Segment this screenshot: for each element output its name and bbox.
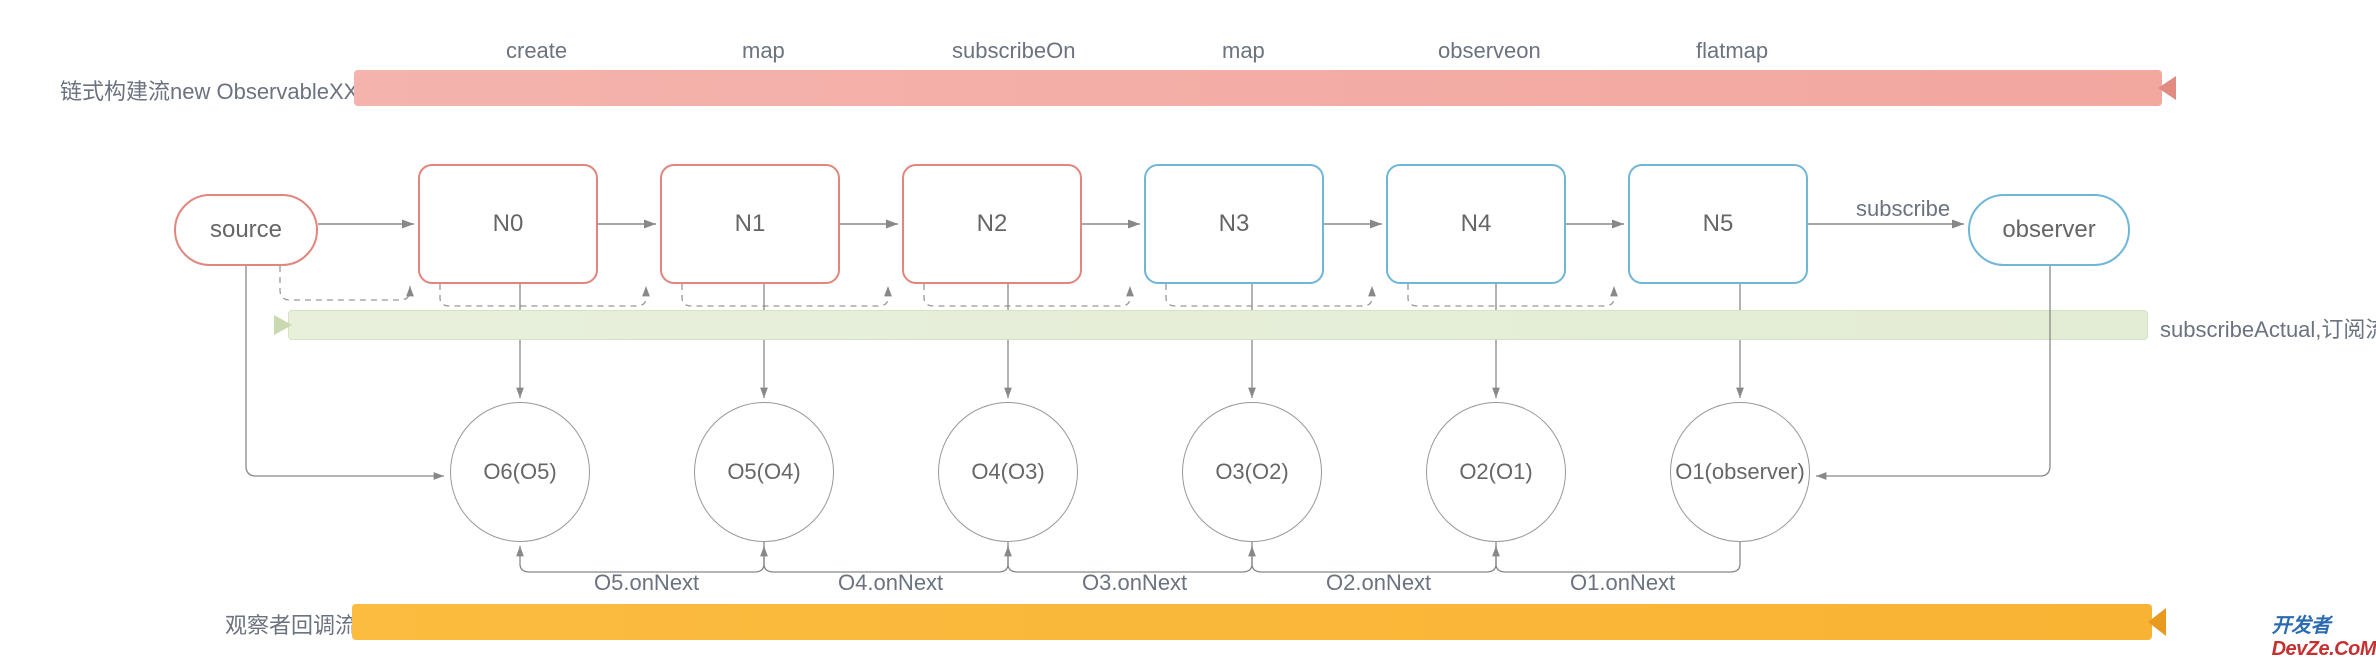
node-source: source — [174, 194, 318, 266]
circle-o3: O3(O2) — [1182, 402, 1322, 542]
onnext-2: O2.onNext — [1326, 570, 1431, 596]
subscribe-label: subscribe — [1856, 196, 1950, 222]
top-bar-red — [354, 70, 2162, 106]
node-n2: N2 — [902, 164, 1082, 284]
node-n3: N3 — [1144, 164, 1324, 284]
op-label-observeon: observeon — [1438, 38, 1541, 64]
top-bar-label: 链式构建流new ObservableXXX — [60, 74, 373, 106]
op-label-flatmap: flatmap — [1696, 38, 1768, 64]
circle-o6: O6(O5) — [450, 402, 590, 542]
op-label-map2: map — [1222, 38, 1265, 64]
onnext-3: O3.onNext — [1082, 570, 1187, 596]
node-n0: N0 — [418, 164, 598, 284]
node-n1: N1 — [660, 164, 840, 284]
onnext-4: O4.onNext — [838, 570, 943, 596]
circle-o1: O1(observer) — [1670, 402, 1810, 542]
node-n5: N5 — [1628, 164, 1808, 284]
circle-o5: O5(O4) — [694, 402, 834, 542]
op-label-map1: map — [742, 38, 785, 64]
op-label-subscribeOn: subscribeOn — [952, 38, 1076, 64]
watermark: 开发者 DevZe.CoM — [2272, 609, 2376, 661]
op-label-create: create — [506, 38, 567, 64]
mid-bar-green — [288, 310, 2148, 340]
circle-o2: O2(O1) — [1426, 402, 1566, 542]
circle-o4: O4(O3) — [938, 402, 1078, 542]
node-n4: N4 — [1386, 164, 1566, 284]
onnext-1: O1.onNext — [1570, 570, 1675, 596]
node-observer: observer — [1968, 194, 2130, 266]
onnext-5: O5.onNext — [594, 570, 699, 596]
bottom-bar-orange — [352, 604, 2152, 640]
bottom-bar-label: 观察者回调流 — [225, 608, 357, 640]
mid-bar-label: subscribeActual,订阅流 — [2160, 312, 2376, 344]
